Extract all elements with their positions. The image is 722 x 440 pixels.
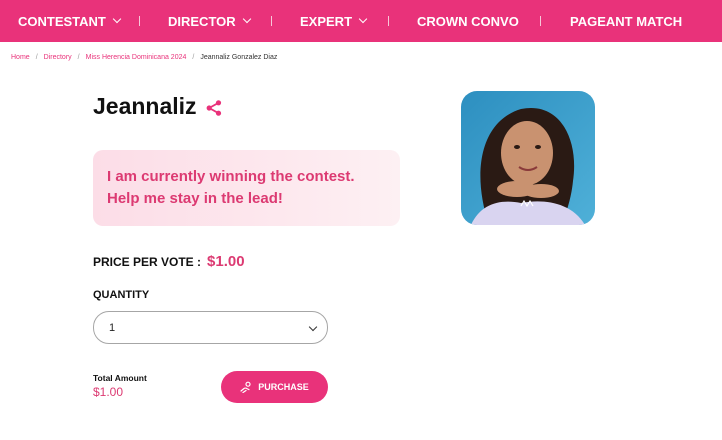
nav-item-label: DIRECTOR	[168, 13, 236, 29]
breadcrumb-separator: /	[35, 54, 38, 61]
nav-divider	[540, 16, 541, 26]
nav-divider	[271, 16, 272, 26]
quantity-label: QUANTITY	[93, 289, 150, 301]
page-title: Jeannaliz	[93, 93, 197, 119]
quantity-select[interactable]: 1	[93, 311, 328, 344]
title-row: Jeannaliz	[93, 93, 223, 120]
nav-item-pageant-match[interactable]: PAGEANT MATCH	[570, 0, 682, 42]
purchase-button[interactable]: PURCHASE	[221, 371, 328, 403]
total-amount-value: $1.00	[93, 385, 124, 399]
promo-message: I am currently winning the contest. Help…	[107, 168, 355, 207]
promo-banner: I am currently winning the contest. Help…	[93, 150, 400, 226]
nav-item-expert[interactable]: EXPERT	[300, 0, 368, 42]
nav-item-label: PAGEANT MATCH	[570, 13, 683, 29]
total-amount-label: Total Amount	[93, 373, 147, 383]
price-per-vote-value: $1.00	[207, 253, 245, 270]
hand-coins-icon	[240, 381, 251, 393]
chevron-down-icon	[112, 14, 122, 24]
nav-item-contestant[interactable]: CONTESTANT	[18, 0, 122, 42]
price-row: PRICE PER VOTE : $1.00	[93, 253, 245, 270]
chevron-down-icon	[242, 14, 251, 24]
purchase-button-label: PURCHASE	[258, 382, 309, 392]
breadcrumb-separator: /	[77, 54, 80, 61]
nav-item-label: CROWN CONVO	[417, 13, 519, 29]
nav-item-director[interactable]: DIRECTOR	[168, 0, 251, 42]
quantity-selected-value: 1	[109, 321, 116, 334]
nav-item-label: EXPERT	[300, 13, 353, 29]
price-per-vote-label: PRICE PER VOTE :	[93, 255, 202, 269]
chevron-down-icon	[358, 14, 368, 24]
contestant-photo	[461, 91, 595, 225]
nav-divider	[139, 16, 140, 26]
nav-item-crown-convo[interactable]: CROWN CONVO	[417, 0, 519, 42]
breadcrumb: Home / Directory / Miss Herencia Dominic…	[11, 54, 277, 61]
breadcrumb-current: Jeannaliz Gonzalez Diaz	[200, 54, 278, 61]
top-navigation: CONTESTANT DIRECTOR EXPERT CROWN CONVO P…	[0, 0, 722, 42]
breadcrumb-separator: /	[192, 54, 195, 61]
nav-divider	[388, 16, 389, 26]
breadcrumb-pageant[interactable]: Miss Herencia Dominicana 2024	[86, 54, 187, 61]
chevron-down-icon	[308, 322, 318, 332]
nav-item-label: CONTESTANT	[18, 13, 106, 29]
breadcrumb-home[interactable]: Home	[11, 54, 30, 61]
breadcrumb-directory[interactable]: Directory	[44, 54, 72, 61]
share-icon[interactable]	[205, 99, 223, 117]
